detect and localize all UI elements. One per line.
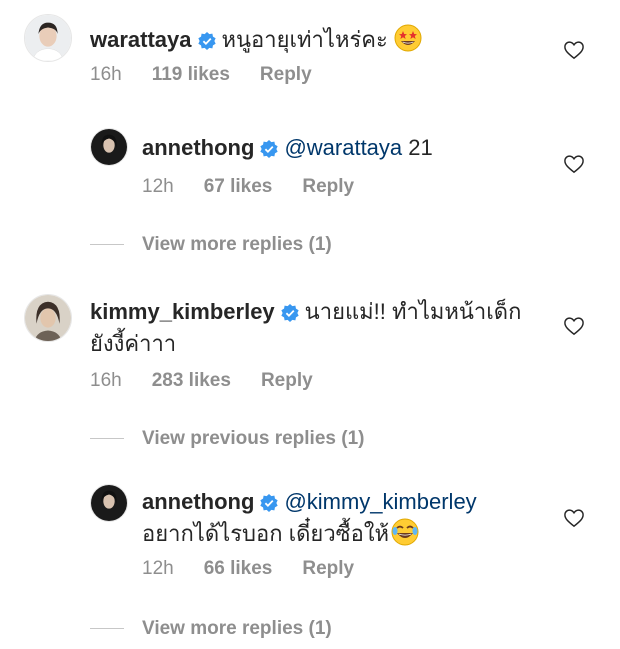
- comment-text: หนูอายุเท่าไหร่คะ: [221, 27, 388, 52]
- comment-time: 16h: [90, 370, 122, 391]
- comment-time: 12h: [142, 558, 174, 579]
- verified-badge-icon: [260, 137, 279, 165]
- reply-button[interactable]: Reply: [302, 558, 354, 579]
- view-more-replies-button[interactable]: View more replies (1): [90, 618, 332, 640]
- reply-button[interactable]: Reply: [302, 176, 354, 197]
- comment-text-line1: นายแม่!! ทำไมหน้าเด็ก: [304, 299, 522, 324]
- divider: [90, 244, 124, 246]
- likes-count[interactable]: 66 likes: [204, 558, 273, 579]
- comment-text-line2: อยากได้ไรบอก เดี๋ยวซื้อให้: [142, 521, 390, 546]
- like-heart-icon[interactable]: [563, 154, 585, 179]
- reply-button[interactable]: Reply: [261, 370, 313, 391]
- avatar-kimmy-kimberley[interactable]: [24, 294, 72, 342]
- view-previous-replies-label: View previous replies (1): [142, 428, 365, 449]
- mention-link[interactable]: @kimmy_kimberley: [284, 489, 476, 514]
- divider: [90, 438, 124, 440]
- view-more-replies-button[interactable]: View more replies (1): [90, 234, 332, 256]
- divider: [90, 628, 124, 630]
- username-annethong[interactable]: annethong: [142, 489, 254, 514]
- verified-badge-icon: [197, 29, 216, 57]
- comment-text-line2: ยังงี้ค่าาา: [90, 331, 177, 356]
- verified-badge-icon: [260, 491, 279, 519]
- like-heart-icon[interactable]: [563, 508, 585, 533]
- view-previous-replies-button[interactable]: View previous replies (1): [90, 428, 364, 450]
- likes-count[interactable]: 119 likes: [152, 64, 230, 85]
- view-more-replies-label: View more replies (1): [142, 618, 332, 639]
- reply-button[interactable]: Reply: [260, 64, 312, 85]
- avatar-annethong[interactable]: [90, 128, 128, 166]
- view-more-replies-label: View more replies (1): [142, 234, 332, 255]
- star-struck-emoji-icon: [394, 24, 422, 59]
- laughing-emoji-icon: [391, 518, 419, 553]
- comment-time: 12h: [142, 176, 174, 197]
- likes-count[interactable]: 283 likes: [152, 370, 231, 391]
- avatar-warattaya[interactable]: [24, 14, 72, 62]
- like-heart-icon[interactable]: [563, 316, 585, 341]
- username-warattaya[interactable]: warattaya: [90, 27, 192, 52]
- avatar-annethong[interactable]: [90, 484, 128, 522]
- like-heart-icon[interactable]: [563, 40, 585, 65]
- username-kimmy-kimberley[interactable]: kimmy_kimberley: [90, 299, 275, 324]
- comment-time: 16h: [90, 64, 122, 85]
- comment-text: 21: [408, 135, 433, 160]
- mention-link[interactable]: @warattaya: [284, 135, 402, 160]
- username-annethong[interactable]: annethong: [142, 135, 254, 160]
- verified-badge-icon: [281, 301, 299, 329]
- likes-count[interactable]: 67 likes: [204, 176, 273, 197]
